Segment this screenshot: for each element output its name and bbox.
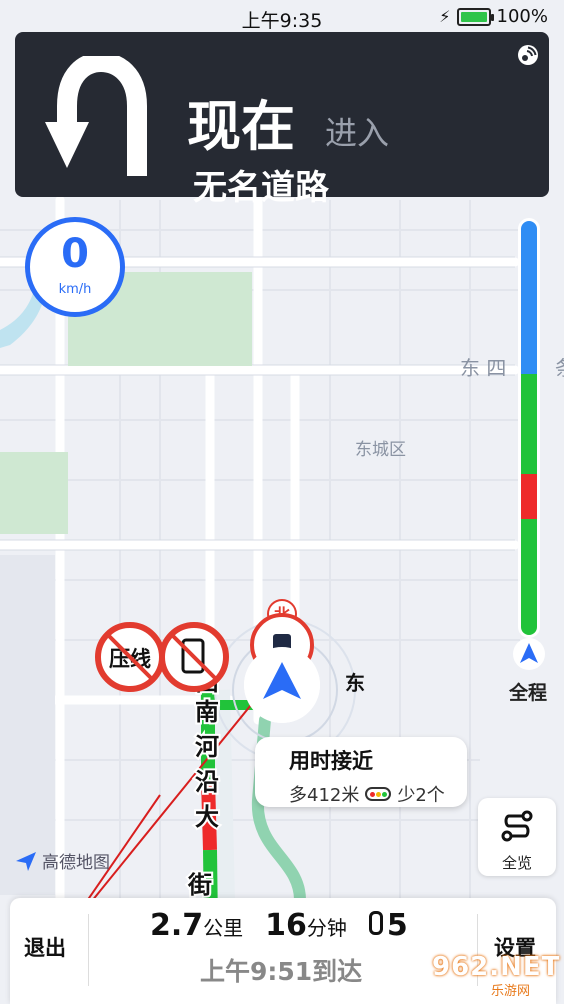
- progress-segment-green: [521, 519, 537, 635]
- amap-logo-icon: [16, 851, 36, 871]
- progress-segment-blue: [521, 221, 537, 375]
- map-logo: 高德地图: [14, 848, 110, 873]
- progress-position-icon: [513, 638, 545, 670]
- guidance-panel[interactable]: 现在 进入 无名道路: [15, 32, 549, 208]
- distance-value: 2.7: [150, 908, 204, 943]
- status-bar: 上午9:35 ⚡ 100%: [0, 0, 564, 32]
- speed-unit: km/h: [58, 282, 92, 297]
- fullview-button[interactable]: 全览: [478, 798, 556, 876]
- no-line-crossing-icon: 压线: [95, 622, 165, 692]
- callout-title: 用时接近: [289, 749, 373, 773]
- full-route-label[interactable]: 全程: [509, 678, 547, 705]
- watermark-sub: 乐游网: [488, 980, 534, 999]
- watermark-text: 962.NET: [432, 952, 561, 982]
- logo-text: 高德地图: [42, 853, 110, 873]
- progress-segment-green: [521, 374, 537, 474]
- arrival-time: 上午9:51到达: [200, 957, 363, 986]
- battery-icon: [456, 7, 494, 26]
- status-indicators: ⚡ 100%: [439, 6, 548, 27]
- lights-count: 5: [386, 908, 408, 943]
- callout-lights: 少2个: [397, 785, 445, 806]
- road-char: 河: [195, 733, 219, 761]
- speedometer: 0 km/h: [25, 217, 125, 317]
- street-label: 东 四: [460, 356, 506, 380]
- exit-label: 退出: [24, 936, 66, 960]
- guide-road-name: 无名道路: [193, 168, 329, 208]
- route-comparison-callout[interactable]: 用时接近 多412米 少2个: [255, 737, 467, 807]
- callout-distance: 多412米: [289, 785, 360, 806]
- road-char: 大: [195, 803, 219, 831]
- fullview-label: 全览: [501, 854, 532, 872]
- time-unit: 分钟: [306, 916, 347, 940]
- route-progress-bar: [518, 218, 540, 638]
- road-char: 沿: [195, 768, 219, 796]
- route-overview-icon: [501, 810, 533, 842]
- east-label: 东: [345, 671, 365, 695]
- watermark: 962.NET 乐游网: [424, 950, 564, 1004]
- road-char: 街: [187, 871, 212, 899]
- gps-signal-icon: [518, 45, 538, 65]
- bolt-icon: ⚡: [439, 7, 451, 26]
- trip-summary[interactable]: 2.7 公里 16 分钟 5: [150, 908, 408, 943]
- traffic-light-icon: [368, 911, 383, 935]
- battery-percent: 100%: [496, 6, 548, 27]
- no-phone-icon: [159, 622, 229, 692]
- traffic-light-icon: [365, 787, 392, 801]
- exit-button[interactable]: 退出: [10, 898, 88, 1004]
- progress-segment-red: [521, 473, 537, 520]
- district-label: 东城区: [355, 440, 406, 460]
- speed-value: 0: [61, 231, 89, 277]
- u-turn-icon: [45, 56, 147, 176]
- road-char: 南: [195, 698, 219, 726]
- distance-unit: 公里: [203, 916, 244, 940]
- street-fragment-label: 条: [555, 356, 564, 380]
- time-value: 16: [265, 908, 307, 943]
- divider: [88, 914, 89, 986]
- guide-distance-label: 现在: [187, 95, 295, 158]
- guide-action-label: 进入: [325, 114, 390, 152]
